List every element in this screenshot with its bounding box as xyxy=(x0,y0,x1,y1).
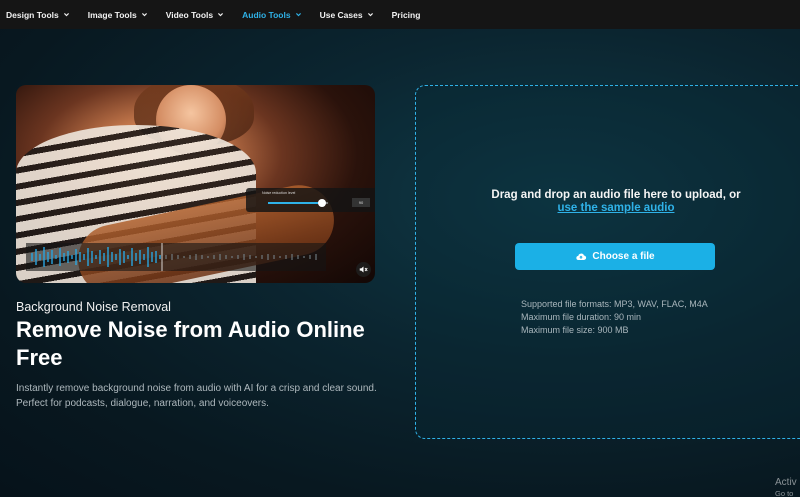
activation-watermark-sub: Go to S xyxy=(775,489,794,497)
nav-use-cases[interactable]: Use Cases xyxy=(320,10,374,20)
upload-specs: Supported file formats: MP3, WAV, FLAC, … xyxy=(521,298,708,337)
top-navigation: Design Tools Image Tools Video Tools Aud… xyxy=(0,0,800,29)
nav-pricing[interactable]: Pricing xyxy=(392,10,421,20)
hero-eyebrow: Background Noise Removal xyxy=(16,300,171,314)
noise-reduction-label: Noise reduction level xyxy=(262,191,296,195)
nav-design-tools[interactable]: Design Tools xyxy=(6,10,70,20)
spec-size: Maximum file size: 900 MB xyxy=(521,325,629,335)
dropzone-prompt: Drag and drop an audio file here to uplo… xyxy=(491,189,741,201)
noise-reduction-panel: Noise reduction level 90 xyxy=(246,188,375,212)
activation-watermark: Activ xyxy=(775,477,797,488)
nav-label: Video Tools xyxy=(165,9,214,20)
hero-description: Instantly remove background noise from a… xyxy=(16,383,377,409)
nav-label: Use Cases xyxy=(319,9,363,20)
sample-audio-link[interactable]: use the sample audio xyxy=(416,202,800,214)
spec-duration: Maximum file duration: 90 min xyxy=(521,312,642,322)
hero-video[interactable]: Noise reduction level 90 xyxy=(16,85,375,283)
nav-audio-tools[interactable]: Audio Tools xyxy=(242,10,301,20)
slider-fill xyxy=(268,202,322,204)
spec-formats: Supported file formats: MP3, WAV, FLAC, … xyxy=(521,299,708,309)
chevron-down-icon xyxy=(63,11,70,18)
nav-video-tools[interactable]: Video Tools xyxy=(166,10,224,20)
slider-value: 90 xyxy=(352,198,370,207)
upload-dropzone[interactable]: Drag and drop an audio file here to uplo… xyxy=(415,85,800,439)
chevron-down-icon xyxy=(367,11,374,18)
chevron-down-icon xyxy=(217,11,224,18)
choose-file-button[interactable]: Choose a file xyxy=(515,243,715,270)
chevron-down-icon xyxy=(295,11,302,18)
mute-button[interactable] xyxy=(356,262,371,277)
speaker-muted-icon xyxy=(359,261,368,279)
nav-label: Pricing xyxy=(391,9,421,20)
slider-knob xyxy=(318,199,326,207)
nav-image-tools[interactable]: Image Tools xyxy=(88,10,148,20)
nav-label: Audio Tools xyxy=(242,9,291,20)
nav-label: Image Tools xyxy=(87,9,137,20)
cloud-upload-icon xyxy=(575,251,587,263)
audio-waveform xyxy=(26,243,326,271)
chevron-down-icon xyxy=(141,11,148,18)
nav-label: Design Tools xyxy=(6,9,59,20)
page-title: Remove Noise from Audio Online Free xyxy=(16,317,365,370)
choose-file-label: Choose a file xyxy=(592,251,655,262)
